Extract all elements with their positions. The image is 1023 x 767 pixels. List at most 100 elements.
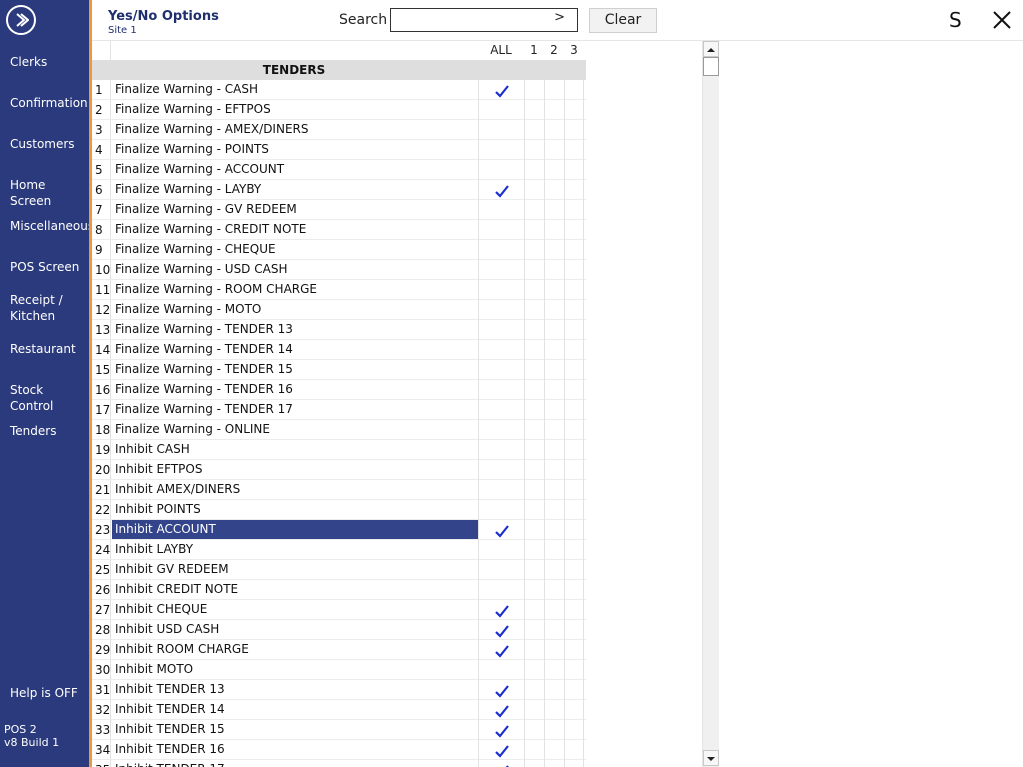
checkbox-cell-all[interactable] (478, 400, 524, 420)
checkbox-cell-2[interactable] (544, 200, 564, 220)
checkbox-cell-1[interactable] (524, 460, 544, 480)
checkbox-cell-2[interactable] (544, 740, 564, 760)
checkbox-cell-3[interactable] (564, 340, 584, 360)
checkbox-cell-3[interactable] (564, 260, 584, 280)
row-label[interactable]: Finalize Warning - LAYBY (112, 180, 478, 199)
row-label[interactable]: Inhibit MOTO (112, 660, 478, 679)
table-row[interactable]: 14 Finalize Warning - TENDER 14 (92, 340, 586, 360)
row-label[interactable]: Finalize Warning - CREDIT NOTE (112, 220, 478, 239)
checkbox-cell-all[interactable] (478, 320, 524, 340)
checkbox-cell-2[interactable] (544, 100, 564, 120)
checkbox-cell-1[interactable] (524, 620, 544, 640)
vertical-scrollbar[interactable] (702, 41, 719, 767)
checkbox-cell-2[interactable] (544, 80, 564, 100)
search-go-button[interactable]: > (554, 10, 565, 25)
s-button[interactable]: S (949, 8, 962, 32)
checkbox-cell-3[interactable] (564, 100, 584, 120)
row-label[interactable]: Inhibit AMEX/DINERS (112, 480, 478, 499)
sidebar-item-8[interactable]: Stock Control (10, 382, 89, 414)
table-row[interactable]: 10 Finalize Warning - USD CASH (92, 260, 586, 280)
checkbox-cell-all[interactable] (478, 440, 524, 460)
checkbox-cell-3[interactable] (564, 400, 584, 420)
row-label[interactable]: Finalize Warning - TENDER 16 (112, 380, 478, 399)
checkbox-cell-1[interactable] (524, 360, 544, 380)
row-label[interactable]: Finalize Warning - MOTO (112, 300, 478, 319)
checkbox-cell-1[interactable] (524, 80, 544, 100)
checkbox-cell-2[interactable] (544, 500, 564, 520)
search-input[interactable] (393, 11, 543, 29)
checkbox-cell-3[interactable] (564, 700, 584, 720)
checkbox-cell-1[interactable] (524, 300, 544, 320)
row-label[interactable]: Finalize Warning - POINTS (112, 140, 478, 159)
checkbox-cell-3[interactable] (564, 740, 584, 760)
checkbox-cell-1[interactable] (524, 700, 544, 720)
checkbox-cell-2[interactable] (544, 300, 564, 320)
checkbox-cell-3[interactable] (564, 360, 584, 380)
checkbox-cell-all[interactable] (478, 280, 524, 300)
row-label[interactable]: Inhibit ROOM CHARGE (112, 640, 478, 659)
sidebar-item-0[interactable]: Clerks (10, 54, 47, 70)
checkbox-cell-2[interactable] (544, 580, 564, 600)
row-label[interactable]: Inhibit ACCOUNT (112, 520, 478, 539)
checkbox-cell-1[interactable] (524, 540, 544, 560)
scrollbar-thumb[interactable] (703, 57, 719, 76)
checkbox-cell-1[interactable] (524, 560, 544, 580)
row-label[interactable]: Inhibit TENDER 13 (112, 680, 478, 699)
table-row[interactable]: 28 Inhibit USD CASH (92, 620, 586, 640)
table-row[interactable]: 12 Finalize Warning - MOTO (92, 300, 586, 320)
checkbox-cell-3[interactable] (564, 580, 584, 600)
table-row[interactable]: 20 Inhibit EFTPOS (92, 460, 586, 480)
checkbox-cell-2[interactable] (544, 600, 564, 620)
checkbox-cell-3[interactable] (564, 480, 584, 500)
checkbox-cell-3[interactable] (564, 320, 584, 340)
table-row[interactable]: 13 Finalize Warning - TENDER 13 (92, 320, 586, 340)
checkbox-cell-1[interactable] (524, 740, 544, 760)
checkbox-cell-all[interactable] (478, 120, 524, 140)
row-label[interactable]: Finalize Warning - TENDER 17 (112, 400, 478, 419)
row-label[interactable]: Inhibit CASH (112, 440, 478, 459)
checkbox-cell-2[interactable] (544, 260, 564, 280)
checkbox-cell-1[interactable] (524, 260, 544, 280)
checkbox-cell-1[interactable] (524, 400, 544, 420)
checkbox-cell-3[interactable] (564, 560, 584, 580)
scroll-up-arrow-icon[interactable] (703, 41, 719, 57)
checkbox-cell-1[interactable] (524, 660, 544, 680)
sidebar-item-6[interactable]: Receipt / Kitchen (10, 292, 63, 324)
close-icon[interactable] (992, 10, 1012, 30)
checkbox-cell-1[interactable] (524, 180, 544, 200)
column-header-1[interactable]: 1 (524, 43, 544, 57)
checkbox-cell-all[interactable] (478, 640, 524, 660)
checkbox-cell-1[interactable] (524, 100, 544, 120)
checkbox-cell-all[interactable] (478, 180, 524, 200)
table-row[interactable]: 34 Inhibit TENDER 16 (92, 740, 586, 760)
checkbox-cell-2[interactable] (544, 660, 564, 680)
table-row[interactable]: 2 Finalize Warning - EFTPOS (92, 100, 586, 120)
table-row[interactable]: 26 Inhibit CREDIT NOTE (92, 580, 586, 600)
checkbox-cell-1[interactable] (524, 480, 544, 500)
checkbox-cell-3[interactable] (564, 500, 584, 520)
checkbox-cell-all[interactable] (478, 560, 524, 580)
checkbox-cell-2[interactable] (544, 460, 564, 480)
scroll-down-arrow-icon[interactable] (703, 750, 719, 766)
checkbox-cell-3[interactable] (564, 220, 584, 240)
checkbox-cell-all[interactable] (478, 100, 524, 120)
checkbox-cell-all[interactable] (478, 420, 524, 440)
checkbox-cell-2[interactable] (544, 440, 564, 460)
checkbox-cell-1[interactable] (524, 220, 544, 240)
checkbox-cell-3[interactable] (564, 120, 584, 140)
checkbox-cell-all[interactable] (478, 580, 524, 600)
checkbox-cell-all[interactable] (478, 660, 524, 680)
checkbox-cell-3[interactable] (564, 660, 584, 680)
checkbox-cell-1[interactable] (524, 140, 544, 160)
row-label[interactable]: Finalize Warning - ONLINE (112, 420, 478, 439)
table-row[interactable]: 33 Inhibit TENDER 15 (92, 720, 586, 740)
row-label[interactable]: Finalize Warning - TENDER 14 (112, 340, 478, 359)
checkbox-cell-1[interactable] (524, 580, 544, 600)
checkbox-cell-all[interactable] (478, 340, 524, 360)
table-row[interactable]: 23 Inhibit ACCOUNT (92, 520, 586, 540)
row-label[interactable]: Inhibit LAYBY (112, 540, 478, 559)
checkbox-cell-2[interactable] (544, 420, 564, 440)
checkbox-cell-1[interactable] (524, 760, 544, 767)
checkbox-cell-1[interactable] (524, 640, 544, 660)
checkbox-cell-all[interactable] (478, 620, 524, 640)
